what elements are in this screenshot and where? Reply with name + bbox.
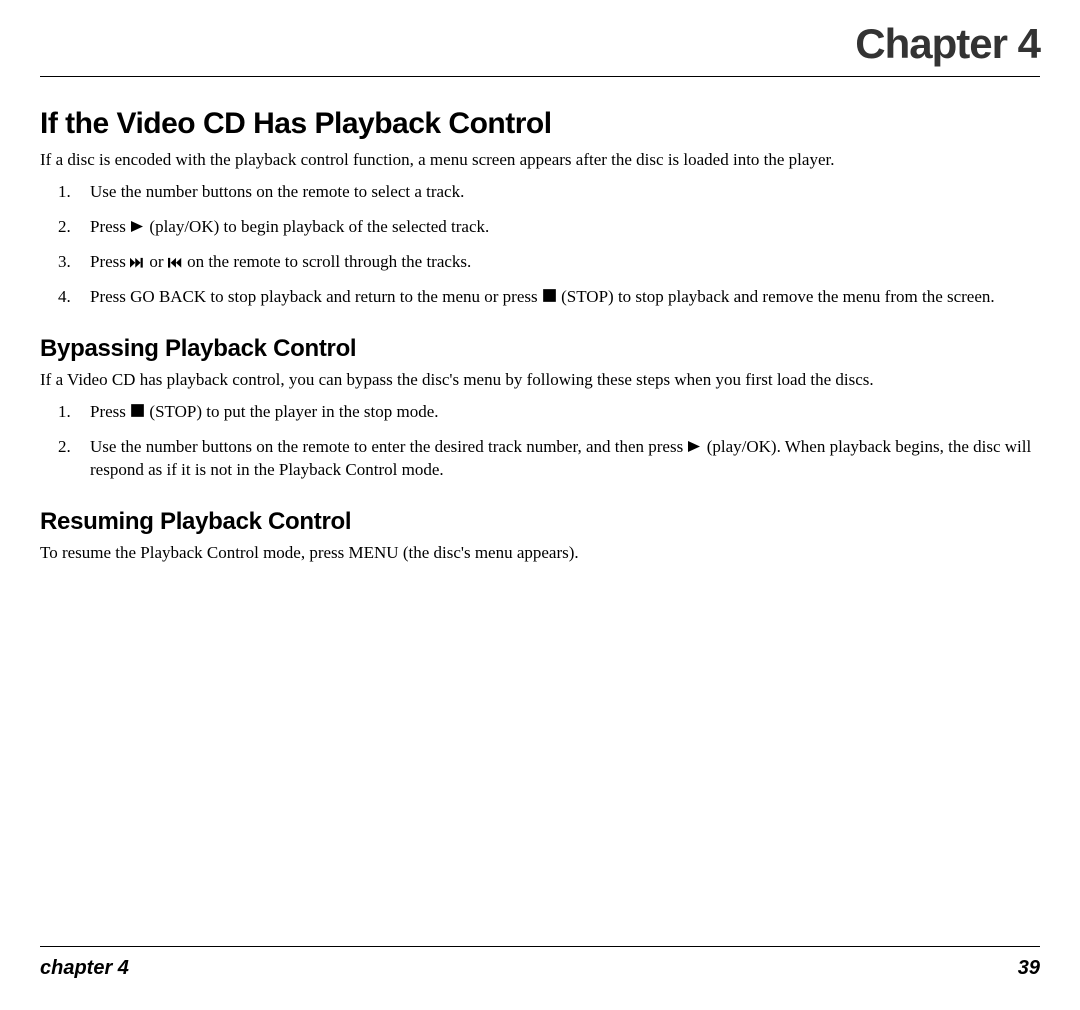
step-text: on the remote to scroll through the trac… <box>187 252 471 271</box>
list-item: Press (STOP) to put the player in the st… <box>40 401 1040 424</box>
list-item: Use the number buttons on the remote to … <box>40 181 1040 204</box>
stop-icon <box>542 287 557 300</box>
steps-list-playback: Use the number buttons on the remote to … <box>40 181 1040 309</box>
step-text: or <box>149 252 167 271</box>
step-text: Press <box>90 217 130 236</box>
body-paragraph: To resume the Playback Control mode, pre… <box>40 542 1040 564</box>
page-footer: chapter 4 39 <box>40 946 1040 980</box>
play-icon <box>130 217 145 230</box>
step-text: Use the number buttons on the remote to … <box>90 437 687 456</box>
intro-paragraph: If a Video CD has playback control, you … <box>40 369 1040 391</box>
play-icon <box>687 437 702 450</box>
list-item: Press or on the remote to scroll through… <box>40 251 1040 274</box>
next-track-icon <box>130 252 145 265</box>
step-text: (STOP) to stop playback and remove the m… <box>561 287 995 306</box>
step-text: Use the number buttons on the remote to … <box>90 182 464 201</box>
section-title-bypassing: Bypassing Playback Control <box>40 335 1040 363</box>
footer-chapter-label: chapter 4 <box>40 957 129 980</box>
section-title-playback-control: If the Video CD Has Playback Control <box>40 107 1040 141</box>
prev-track-icon <box>168 252 183 265</box>
list-item: Press GO BACK to stop playback and retur… <box>40 286 1040 309</box>
section-title-resuming: Resuming Playback Control <box>40 508 1040 536</box>
stop-icon <box>130 402 145 415</box>
list-item: Use the number buttons on the remote to … <box>40 436 1040 482</box>
step-text: Press GO BACK to stop playback and retur… <box>90 287 542 306</box>
step-text: (play/OK) to begin playback of the selec… <box>149 217 489 236</box>
steps-list-bypassing: Press (STOP) to put the player in the st… <box>40 401 1040 482</box>
chapter-header: Chapter 4 <box>40 20 1040 77</box>
step-text: Press <box>90 252 130 271</box>
page-number: 39 <box>1018 957 1040 980</box>
step-text: Press <box>90 402 130 421</box>
step-text: (STOP) to put the player in the stop mod… <box>149 402 438 421</box>
list-item: Press (play/OK) to begin playback of the… <box>40 216 1040 239</box>
intro-paragraph: If a disc is encoded with the playback c… <box>40 149 1040 171</box>
